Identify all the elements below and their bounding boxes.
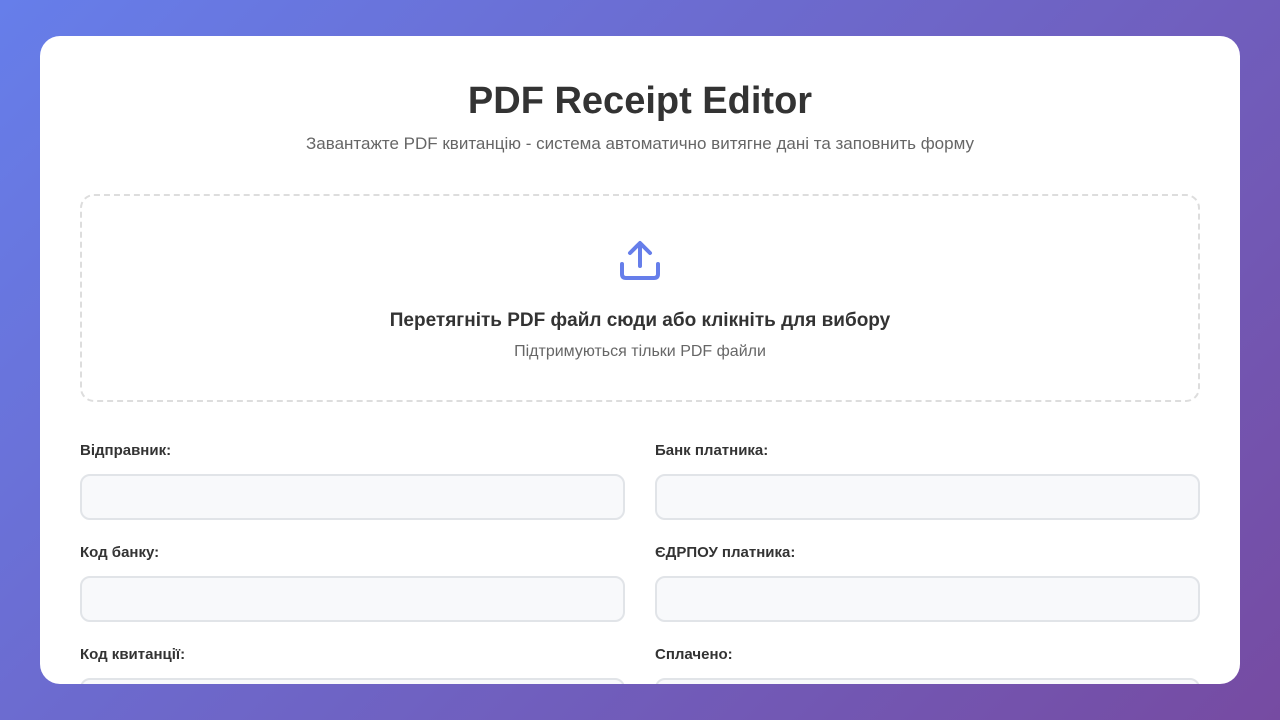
page-title: PDF Receipt Editor [467,80,813,122]
receipt-code-field-group: Код квитанції: [80,646,625,684]
payer-bank-label: Банк платника: [655,442,769,459]
paid-label: Сплачено: [655,646,733,663]
pdf-upload-dropzone[interactable]: Перетягніть PDF файл сюди або клікніть д… [80,194,1200,402]
main-card: PDF Receipt Editor Завантажте PDF квитан… [40,36,1240,684]
upload-hint: Підтримуються тільки PDF файли [514,343,766,360]
receipt-code-input[interactable] [80,678,625,684]
payer-bank-field-group: Банк платника: [655,442,1200,520]
upload-instructions: Перетягніть PDF файл сюди або клікніть д… [389,310,891,331]
page-subtitle: Завантажте PDF квитанцію - система автом… [306,134,974,153]
sender-field-group: Відправник: [80,442,625,520]
sender-input[interactable] [80,474,625,520]
bank-code-label: Код банку: [80,544,160,561]
payer-edrpou-input[interactable] [655,576,1200,622]
receipt-code-label: Код квитанції: [80,646,186,663]
payer-edrpou-field-group: ЄДРПОУ платника: [655,544,1200,622]
bank-code-input[interactable] [80,576,625,622]
paid-field-group: Сплачено: [655,646,1200,684]
payer-bank-input[interactable] [655,474,1200,520]
paid-input[interactable] [655,678,1200,684]
payer-edrpou-label: ЄДРПОУ платника: [655,544,796,561]
sender-label: Відправник: [80,442,172,459]
bank-code-field-group: Код банку: [80,544,625,622]
upload-icon [620,241,660,280]
